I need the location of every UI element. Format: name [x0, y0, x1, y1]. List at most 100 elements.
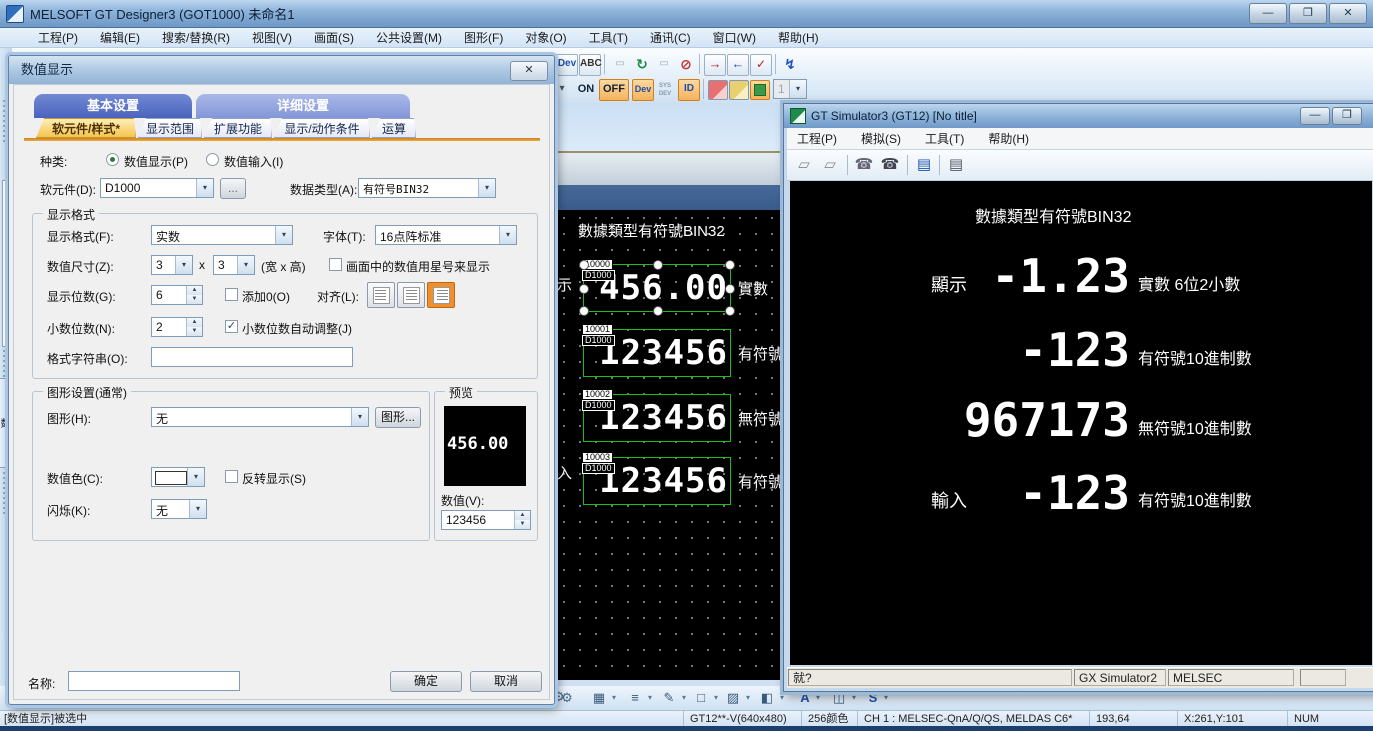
kind-input-label[interactable]: 数值输入(I): [224, 153, 283, 170]
sim-menu-tools[interactable]: 工具(T): [925, 130, 964, 147]
line-style-icon[interactable]: ≡: [624, 689, 646, 707]
size-height-combo[interactable]: 3▾: [213, 255, 255, 275]
size-width-combo[interactable]: 3▾: [151, 255, 193, 275]
dock-grip[interactable]: [3, 472, 7, 514]
menu-figure[interactable]: 图形(F): [464, 29, 503, 46]
menu-search[interactable]: 搜索/替换(R): [162, 29, 230, 46]
lamp-on-button[interactable]: ON: [572, 79, 600, 101]
tab-device-style[interactable]: 软元件/样式*: [36, 118, 136, 138]
id-view-button[interactable]: ID: [678, 79, 700, 101]
numeric-display-object-3[interactable]: 123456 10002 D1000: [583, 394, 731, 442]
selection-handle[interactable]: [579, 284, 589, 294]
dialog-close-button[interactable]: ✕: [510, 61, 548, 81]
read-from-got-icon[interactable]: ←: [727, 54, 749, 76]
menu-screen[interactable]: 画面(S): [314, 29, 354, 46]
simulator-restore-button[interactable]: ❐: [1332, 107, 1362, 125]
numeric-color-combo[interactable]: ▾: [151, 467, 205, 487]
sim-properties-icon[interactable]: ▤: [945, 154, 967, 176]
rect-tool-caret[interactable]: ▾: [714, 693, 718, 702]
menu-help[interactable]: 帮助(H): [778, 29, 819, 46]
shape-combo[interactable]: 无▾: [151, 407, 369, 427]
sim-menu-help[interactable]: 帮助(H): [988, 130, 1029, 147]
pen-tool-icon[interactable]: ✎: [658, 689, 680, 707]
decimal-spinner[interactable]: 2 ▲▼: [151, 317, 203, 337]
name-input[interactable]: [68, 671, 240, 691]
shape-browse-button[interactable]: 图形...: [375, 407, 421, 428]
invert-checkbox[interactable]: [225, 470, 238, 483]
text-tool-caret[interactable]: ▾: [816, 693, 820, 702]
sim-row4-value[interactable]: -123: [890, 470, 1130, 516]
autoadjust-label[interactable]: 小数位数自动调整(J): [242, 320, 352, 337]
align-right-button[interactable]: [427, 282, 455, 308]
fill-tool-caret[interactable]: ▾: [780, 693, 784, 702]
text-list-icon[interactable]: ABC: [579, 54, 601, 76]
asterisk-label[interactable]: 画面中的数值用星号来显示: [346, 258, 490, 275]
selection-handle[interactable]: [725, 284, 735, 294]
formatstr-input[interactable]: [151, 347, 353, 367]
menu-window[interactable]: 窗口(W): [713, 29, 756, 46]
dialog-titlebar[interactable]: 数值显示: [9, 56, 554, 84]
tab-operation[interactable]: 运算: [372, 118, 416, 138]
ok-button[interactable]: 确定: [390, 671, 462, 692]
sysdev-view-button[interactable]: SYS DEV: [655, 79, 675, 99]
restore-button[interactable]: ❐: [1289, 3, 1327, 24]
lamp-off-button[interactable]: OFF: [599, 79, 629, 101]
device-list-icon[interactable]: Dev: [556, 54, 578, 76]
sim-stop-icon[interactable]: ☎: [879, 154, 901, 176]
datatype-combo[interactable]: 有符号BIN32▾: [358, 178, 496, 198]
menu-common[interactable]: 公共设置(M): [376, 29, 442, 46]
rect-tool-icon[interactable]: □: [690, 689, 712, 707]
tab-trigger[interactable]: 显示/动作条件: [274, 118, 370, 138]
numeric-display-object-4[interactable]: 123456 10003 D1000: [583, 457, 731, 505]
asterisk-checkbox[interactable]: [329, 258, 342, 271]
both-layer-icon[interactable]: [750, 80, 770, 100]
verify-icon[interactable]: ✓: [750, 54, 772, 76]
font-combo[interactable]: 16点阵标准▾: [375, 225, 517, 245]
screen-number-combo[interactable]: 1 ▾: [773, 79, 807, 99]
format-combo[interactable]: 实数▾: [151, 225, 293, 245]
menu-project[interactable]: 工程(P): [38, 29, 78, 46]
menu-communication[interactable]: 通讯(C): [650, 29, 691, 46]
hatch-tool-caret[interactable]: ▾: [746, 693, 750, 702]
screen-editor-canvas[interactable]: 數據類型有符號BIN32 示 入 456.00 10000 D1000 實數 1…: [556, 210, 790, 680]
grid-tool-caret[interactable]: ▾: [612, 693, 616, 702]
write-to-got-icon[interactable]: →: [704, 54, 726, 76]
sim-menu-project[interactable]: 工程(P): [797, 130, 837, 147]
minimize-button[interactable]: —: [1249, 3, 1287, 24]
cancel-button[interactable]: 取消: [470, 671, 542, 692]
kind-display-label[interactable]: 数值显示(P): [124, 153, 188, 170]
sprite-tool-caret[interactable]: ▾: [884, 693, 888, 702]
dock-grip[interactable]: [3, 100, 7, 142]
canvas-screen-title[interactable]: 數據類型有符號BIN32: [578, 220, 725, 241]
addzero-checkbox[interactable]: [225, 288, 238, 301]
front-layer-icon[interactable]: [708, 80, 728, 100]
object-tool-caret[interactable]: ▾: [852, 693, 856, 702]
selection-handle[interactable]: [653, 260, 663, 270]
back-layer-icon[interactable]: [729, 80, 749, 100]
sim-start-icon[interactable]: ☎: [853, 154, 875, 176]
device-view-button[interactable]: Dev: [632, 79, 654, 101]
sim-open-icon[interactable]: ▱: [793, 154, 815, 176]
close-button[interactable]: ✕: [1329, 3, 1367, 24]
line-style-caret[interactable]: ▾: [648, 693, 652, 702]
grid-tool-icon[interactable]: ▦: [588, 689, 610, 707]
kind-display-radio[interactable]: [106, 153, 119, 166]
toolbar-caret-icon[interactable]: ▾: [554, 79, 570, 101]
device-browse-button[interactable]: ...: [220, 178, 246, 199]
sim-open2-icon[interactable]: ▱: [819, 154, 841, 176]
refresh-icon[interactable]: ↻: [631, 54, 653, 76]
selection-handle[interactable]: [725, 306, 735, 316]
hatch-tool-icon[interactable]: ▨: [722, 689, 744, 707]
align-left-button[interactable]: [367, 282, 395, 308]
monitor-icon[interactable]: ▭: [609, 54, 631, 76]
digits-spinner[interactable]: 6 ▲▼: [151, 285, 203, 305]
preview-value-spinner[interactable]: 123456 ▲▼: [441, 510, 531, 530]
numeric-display-object-1[interactable]: 456.00 10000 D1000: [583, 264, 731, 312]
simulator-minimize-button[interactable]: —: [1300, 107, 1330, 125]
tab-display-range[interactable]: 显示范围: [138, 118, 202, 138]
selection-handle[interactable]: [725, 260, 735, 270]
fill-tool-icon[interactable]: ◧: [756, 689, 778, 707]
autoadjust-checkbox[interactable]: ✓: [225, 320, 238, 333]
kind-input-radio[interactable]: [206, 153, 219, 166]
menu-tools[interactable]: 工具(T): [589, 29, 628, 46]
